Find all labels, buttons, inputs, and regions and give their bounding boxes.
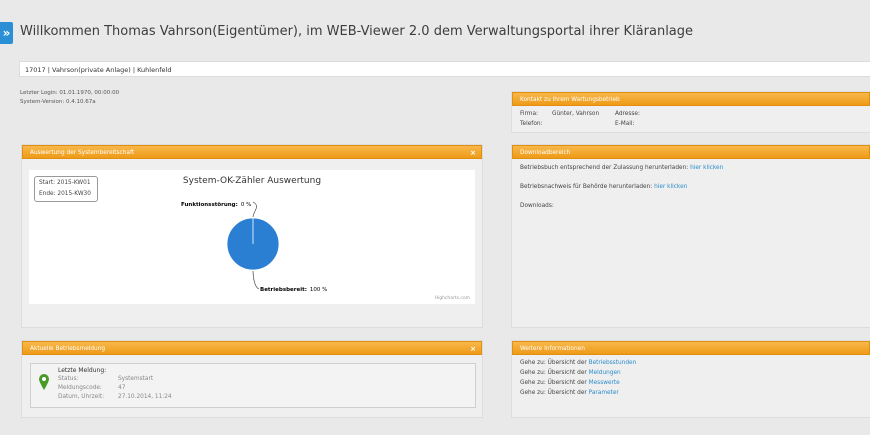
more-info-prefix: Gehe zu: Übersicht der [520,370,587,376]
more-info-item: Gehe zu: Übersicht der Messwerte [520,380,620,386]
slice-value: 0 % [241,202,251,208]
message-value: 27.10.2014, 11:24 [118,394,172,400]
slice-label: Funktionsstörung: [181,202,238,208]
menu-toggle-button[interactable]: » [0,22,13,44]
current-message-header: Aktuelle Betriebsmeldung × [22,341,482,355]
message-value: 47 [118,385,126,391]
availability-chart: Start: 2015-KW01 Ende: 2015-KW30 System-… [29,170,475,304]
message-label: Status: [58,376,79,382]
availability-panel: Auswertung der Systembereitschaft × Star… [21,144,483,328]
downloads-panel-header: Downloadbereich [512,145,870,159]
message-heading: Letzte Meldung: [58,367,107,374]
message-row: Meldungscode: 47 [58,385,125,391]
availability-panel-title: Auswertung der Systembereitschaft [30,150,135,156]
message-value: Systemstart [118,376,154,382]
map-pin-icon [39,374,49,390]
pie-label-betriebsbereit: Betriebsbereit: 100 % [260,287,327,293]
message-label: Meldungscode: [58,385,102,391]
close-icon[interactable]: × [470,342,476,356]
pie-chart: System-OK-Zähler Auswertung Funktionsstö… [181,176,327,293]
more-info-panel-header: Weitere Informationen [512,341,870,355]
message-label: Datum, Uhrzeit: [58,394,105,400]
contact-panel-title: Kontakt zu Ihrem Wartungsbetrieb [520,97,620,103]
downloads-panel: Downloadbereich Betriebsbuch entsprechen… [511,144,870,328]
more-info-prefix: Gehe zu: Übersicht der [520,390,587,396]
system-version: System-Version: 0.4.10.67a [20,99,96,105]
close-icon[interactable]: × [470,146,476,160]
chart-title: System-OK-Zähler Auswertung [183,176,321,186]
more-info-panel: Weitere Informationen Gehe zu: Übersicht… [511,340,870,418]
proof-download-link[interactable]: hier klicken [654,184,687,190]
message-row: Datum, Uhrzeit: 27.10.2014, 11:24 [58,394,172,400]
contact-firma-label: Firma: [520,111,538,117]
slice-label: Betriebsbereit: [260,287,307,293]
more-info-item: Gehe zu: Übersicht der Meldungen [520,370,621,376]
current-message-panel: Aktuelle Betriebsmeldung × Letzte Meldun… [21,340,483,418]
contact-adresse-label: Adresse: [615,111,640,117]
message-box: Letzte Meldung: Status: Systemstart Meld… [30,363,476,408]
download-line-1: Betriebsbuch entsprechend der Zulassung … [520,165,723,171]
messages-link[interactable]: Meldungen [589,370,621,376]
contact-panel: Kontakt zu Ihrem Wartungsbetrieb Firma: … [511,91,870,133]
last-login: Letzter Login: 01.01.1970, 00:00:00 [20,90,120,96]
availability-panel-header: Auswertung der Systembereitschaft × [22,145,482,159]
downloads-label: Downloads: [520,203,554,209]
downloads-panel-title: Downloadbereich [520,150,571,156]
label-connector [252,201,257,218]
contact-firma: Günter, Vahrson [552,111,600,117]
welcome-title: Willkommen Thomas Vahrson(Eigentümer), i… [20,24,694,39]
more-info-panel-title: Weitere Informationen [520,346,585,352]
parameters-link[interactable]: Parameter [589,390,619,396]
plant-selector[interactable]: 17017 | Vahrson(private Anlage) | Kuhlen… [19,61,870,77]
contact-email-label: E-Mail: [615,121,635,127]
more-info-prefix: Gehe zu: Übersicht der [520,360,587,366]
more-info-prefix: Gehe zu: Übersicht der [520,380,587,386]
logbook-download-link[interactable]: hier klicken [690,165,723,171]
operating-hours-link[interactable]: Betriebsstunden [589,360,637,366]
more-info-item: Gehe zu: Übersicht der Parameter [520,390,619,396]
contact-panel-header: Kontakt zu Ihrem Wartungsbetrieb [512,92,870,106]
download-text: Betriebsnachweis für Behörde herunterlad… [520,184,653,190]
contact-telefon-label: Telefon: [520,121,543,127]
download-text: Betriebsbuch entsprechend der Zulassung … [520,165,689,171]
download-line-2: Betriebsnachweis für Behörde herunterlad… [520,184,687,190]
slice-value: 100 % [310,287,327,293]
measurements-link[interactable]: Messwerte [589,380,620,386]
label-connector [252,270,260,290]
message-row: Status: Systemstart [58,376,153,382]
current-message-title: Aktuelle Betriebsmeldung [30,346,106,352]
highcharts-credit[interactable]: Highcharts.com [435,296,470,301]
more-info-item: Gehe zu: Übersicht der Betriebsstunden [520,360,636,366]
pie-label-funktionsstoerung: Funktionsstörung: 0 % [181,202,251,208]
